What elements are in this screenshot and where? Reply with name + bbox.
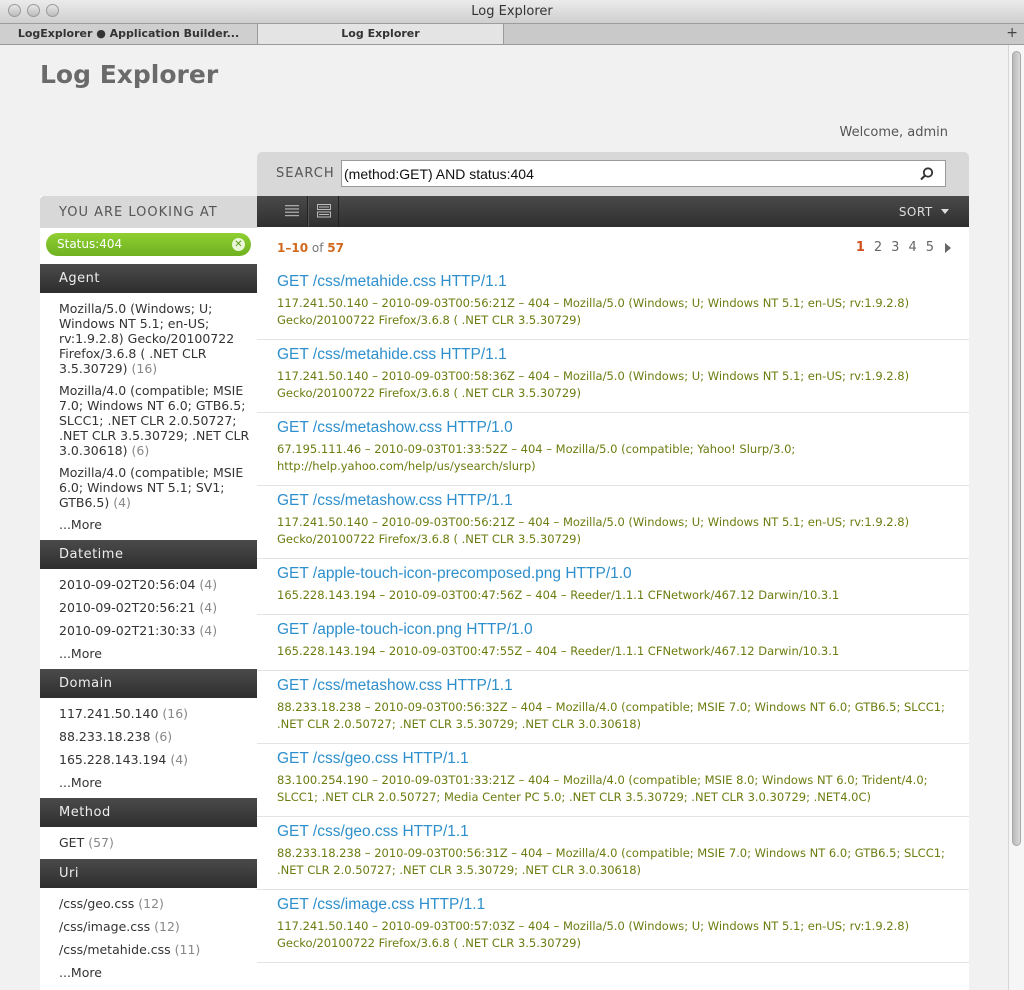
facet-item[interactable]: /css/image.css (12) [59, 919, 251, 935]
result-range: 1–10 of 57 [277, 241, 344, 255]
list-view-icon [285, 205, 299, 217]
search-input[interactable] [344, 164, 904, 183]
page-link-4[interactable]: 4 [908, 240, 916, 255]
facet-method: GET (57) [40, 827, 257, 859]
window-title-bar: Log Explorer [0, 0, 1024, 24]
result-detail: 67.195.111.46 – 2010-09-03T01:33:52Z – 4… [277, 442, 796, 473]
result-detail: 117.241.50.140 – 2010-09-03T00:56:21Z – … [277, 296, 910, 327]
search-box [341, 160, 946, 187]
facet-item[interactable]: 2010-09-02T20:56:04 (4) [59, 577, 251, 593]
facet-uri: /css/geo.css (12) /css/image.css (12) /c… [40, 888, 257, 988]
result-request-link[interactable]: GET /css/metahide.css HTTP/1.1 [277, 345, 949, 365]
welcome-message: Welcome, admin [839, 125, 948, 140]
result-entry: GET /css/image.css HTTP/1.1 117.241.50.14… [257, 890, 969, 963]
result-request-link[interactable]: GET /css/image.css HTTP/1.1 [277, 895, 949, 915]
detail-view-icon [317, 204, 331, 218]
active-filter-label: Status:404 [57, 237, 123, 251]
pagination-row: 1–10 of 57 1 2 3 4 5 [257, 227, 969, 267]
facet-header-agent: Agent [40, 264, 257, 293]
result-entry: GET /css/metahide.css HTTP/1.1 117.241.50… [257, 340, 969, 413]
result-request-link[interactable]: GET /css/metashow.css HTTP/1.1 [277, 491, 949, 511]
new-tab-icon[interactable]: + [1006, 24, 1018, 42]
result-detail: 88.233.18.238 – 2010-09-03T00:56:31Z – 4… [277, 846, 945, 877]
page-title: Log Explorer [40, 60, 219, 89]
facet-item[interactable]: Mozilla/4.0 (compatible; MSIE 7.0; Windo… [59, 383, 251, 458]
magnifier-icon[interactable] [919, 166, 935, 182]
result-list: GET /css/metahide.css HTTP/1.1 117.241.50… [257, 267, 969, 963]
page-link-3[interactable]: 3 [891, 240, 899, 255]
facet-item[interactable]: /css/metahide.css (11) [59, 942, 251, 958]
result-entry: GET /css/metashow.css HTTP/1.0 67.195.111… [257, 413, 969, 486]
result-entry: GET /apple-touch-icon.png HTTP/1.0 165.22… [257, 615, 969, 671]
facet-item[interactable]: 2010-09-02T20:56:21 (4) [59, 600, 251, 616]
facet-item[interactable]: 88.233.18.238 (6) [59, 729, 251, 745]
looking-at-heading: YOU ARE LOOKING AT [40, 196, 257, 228]
sort-label: SORT [898, 205, 933, 219]
result-entry: GET /css/geo.css HTTP/1.1 88.233.18.238 –… [257, 817, 969, 890]
result-entry: GET /css/metashow.css HTTP/1.1 88.233.18.… [257, 671, 969, 744]
search-label: SEARCH [276, 166, 335, 181]
result-detail: 117.241.50.140 – 2010-09-03T00:56:21Z – … [277, 515, 910, 546]
result-detail: 88.233.18.238 – 2010-09-03T00:56:32Z – 4… [277, 700, 945, 731]
tab-application-builder[interactable]: LogExplorer ● Application Builder... [0, 24, 258, 44]
facet-datetime: 2010-09-02T20:56:04 (4) 2010-09-02T20:56… [40, 569, 257, 669]
result-entry: GET /css/geo.css HTTP/1.1 83.100.254.190 … [257, 744, 969, 817]
result-request-link[interactable]: GET /css/metashow.css HTTP/1.0 [277, 418, 949, 438]
facet-item[interactable]: 117.241.50.140 (16) [59, 706, 251, 722]
result-request-link[interactable]: GET /css/geo.css HTTP/1.1 [277, 749, 949, 769]
result-detail: 165.228.143.194 – 2010-09-03T00:47:56Z –… [277, 588, 840, 602]
facet-header-uri: Uri [40, 859, 257, 888]
facet-item[interactable]: 2010-09-02T21:30:33 (4) [59, 623, 251, 639]
result-entry: GET /css/metahide.css HTTP/1.1 117.241.50… [257, 267, 969, 340]
facet-header-method: Method [40, 798, 257, 827]
result-detail: 117.241.50.140 – 2010-09-03T00:58:36Z – … [277, 369, 910, 400]
more-link-datetime[interactable]: ...More [59, 646, 251, 661]
active-filter-chip[interactable]: Status:404 ✕ [46, 233, 251, 256]
pagination: 1 2 3 4 5 [856, 240, 951, 255]
facet-domain: 117.241.50.140 (16) 88.233.18.238 (6) 16… [40, 698, 257, 798]
facet-header-domain: Domain [40, 669, 257, 698]
close-icon[interactable]: ✕ [232, 238, 245, 251]
facet-sidebar: YOU ARE LOOKING AT Status:404 ✕ Agent Mo… [40, 196, 257, 990]
arrow-right-icon[interactable] [945, 242, 951, 253]
facet-item[interactable]: Mozilla/4.0 (compatible; MSIE 6.0; Windo… [59, 465, 251, 510]
result-entry: GET /css/metashow.css HTTP/1.1 117.241.50… [257, 486, 969, 559]
facet-agent: Mozilla/5.0 (Windows; U; Windows NT 5.1;… [40, 293, 257, 540]
facet-item[interactable]: GET (57) [59, 835, 251, 851]
more-link-uri[interactable]: ...More [59, 965, 251, 980]
page-link-2[interactable]: 2 [874, 240, 882, 255]
tab-log-explorer[interactable]: Log Explorer [258, 24, 504, 44]
scrollbar-thumb[interactable] [1012, 51, 1021, 846]
active-filters: Status:404 ✕ [40, 228, 257, 264]
result-request-link[interactable]: GET /css/metahide.css HTTP/1.1 [277, 272, 949, 292]
results-toolbar: SORT [257, 196, 969, 227]
page-link-5[interactable]: 5 [926, 240, 934, 255]
vertical-scrollbar[interactable] [1008, 45, 1024, 990]
window-title: Log Explorer [471, 4, 553, 19]
more-link-domain[interactable]: ...More [59, 775, 251, 790]
detail-view-button[interactable] [308, 196, 339, 227]
result-request-link[interactable]: GET /apple-touch-icon-precomposed.png HT… [277, 564, 949, 584]
facet-header-datetime: Datetime [40, 540, 257, 569]
search-bar: SEARCH [257, 152, 969, 196]
result-detail: 117.241.50.140 – 2010-09-03T00:57:03Z – … [277, 919, 910, 950]
result-request-link[interactable]: GET /css/geo.css HTTP/1.1 [277, 822, 949, 842]
caret-down-icon [941, 209, 949, 214]
result-request-link[interactable]: GET /css/metashow.css HTTP/1.1 [277, 676, 949, 696]
list-view-button[interactable] [277, 196, 308, 227]
more-link-agent[interactable]: ...More [59, 517, 251, 532]
result-detail: 165.228.143.194 – 2010-09-03T00:47:55Z –… [277, 644, 840, 658]
results-panel: SORT 1–10 of 57 1 2 3 4 5 GET /css/metah… [257, 196, 969, 990]
facet-item[interactable]: Mozilla/5.0 (Windows; U; Windows NT 5.1;… [59, 301, 251, 376]
facet-item[interactable]: 165.228.143.194 (4) [59, 752, 251, 768]
page-link-1[interactable]: 1 [856, 240, 865, 255]
result-request-link[interactable]: GET /apple-touch-icon.png HTTP/1.0 [277, 620, 949, 640]
sort-dropdown[interactable]: SORT [899, 205, 949, 219]
result-entry: GET /apple-touch-icon-precomposed.png HT… [257, 559, 969, 615]
browser-tab-bar: LogExplorer ● Application Builder... Log… [0, 24, 1024, 45]
result-detail: 83.100.254.190 – 2010-09-03T01:33:21Z – … [277, 773, 928, 804]
facet-item[interactable]: /css/geo.css (12) [59, 896, 251, 912]
